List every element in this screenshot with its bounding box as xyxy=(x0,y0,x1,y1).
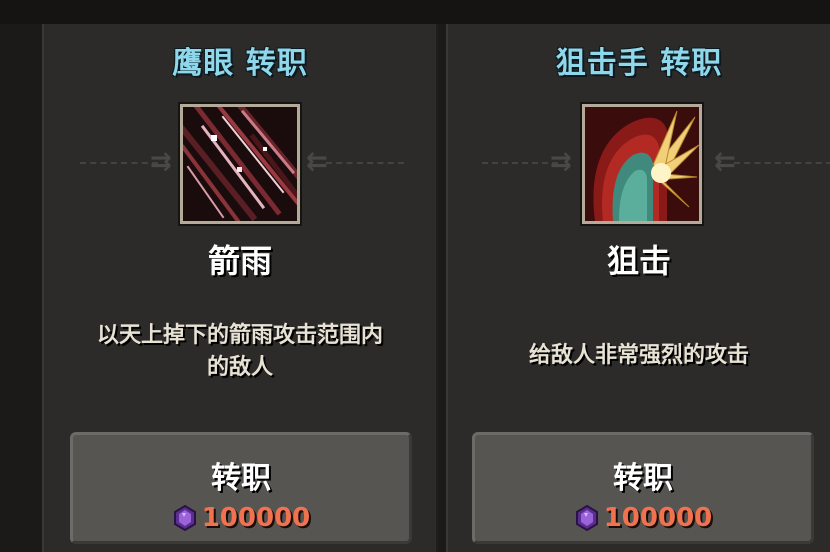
skill-description-line: 以天上掉下的箭雨攻击范围内 xyxy=(96,323,383,348)
skill-name: 箭雨 xyxy=(207,242,272,280)
snipe-icon xyxy=(585,107,699,221)
connector-line-right xyxy=(326,162,404,166)
job-card-title: 狙击手 转职 xyxy=(555,46,723,81)
job-advance-button-label: 转职 xyxy=(211,461,271,496)
skill-icon-frame[interactable] xyxy=(180,104,300,224)
cost-row: 100000 xyxy=(73,503,409,533)
arrow-left-icon: ⇇ xyxy=(714,147,736,177)
skill-description: 给敌人非常强烈的攻击 xyxy=(468,340,810,372)
job-card-sniper: 狙击手 转职 ⇉ ⇇ 狙击 给敌人非常强烈的攻击 转职 100000 xyxy=(446,24,830,552)
arrow-right-icon: ⇉ xyxy=(550,147,572,177)
job-advance-screen: 鹰眼 转职 ⇉ ⇇ 箭雨 以天上掉下的箭雨攻击范围内 的敌人 转职 100000… xyxy=(0,0,830,552)
arrow-left-icon: ⇇ xyxy=(306,147,328,177)
skill-description: 以天上掉下的箭雨攻击范围内 的敌人 xyxy=(64,320,416,384)
connector-line-right xyxy=(734,162,830,166)
purple-gem-icon xyxy=(575,505,598,531)
job-card-hawkeye: 鹰眼 转职 ⇉ ⇇ 箭雨 以天上掉下的箭雨攻击范围内 的敌人 转职 100000 xyxy=(42,24,438,552)
job-advance-button[interactable]: 转职 100000 xyxy=(70,432,412,544)
skill-name: 狙击 xyxy=(606,242,671,280)
job-card-title: 鹰眼 转职 xyxy=(172,46,308,81)
skill-description-line: 给敌人非常强烈的攻击 xyxy=(528,343,749,368)
skill-icon-frame[interactable] xyxy=(582,104,702,224)
cost-value: 100000 xyxy=(201,503,311,533)
purple-gem-icon xyxy=(173,505,196,531)
top-strip xyxy=(0,0,830,24)
connector-line-left xyxy=(80,162,158,166)
cost-row: 100000 xyxy=(475,503,811,533)
cost-value: 100000 xyxy=(603,503,713,533)
arrow-right-icon: ⇉ xyxy=(150,147,172,177)
job-advance-button-label: 转职 xyxy=(613,461,673,496)
connector-line-left xyxy=(482,162,558,166)
job-advance-button[interactable]: 转职 100000 xyxy=(472,432,814,544)
skill-description-line: 的敌人 xyxy=(206,355,273,380)
arrow-rain-icon xyxy=(183,107,297,221)
